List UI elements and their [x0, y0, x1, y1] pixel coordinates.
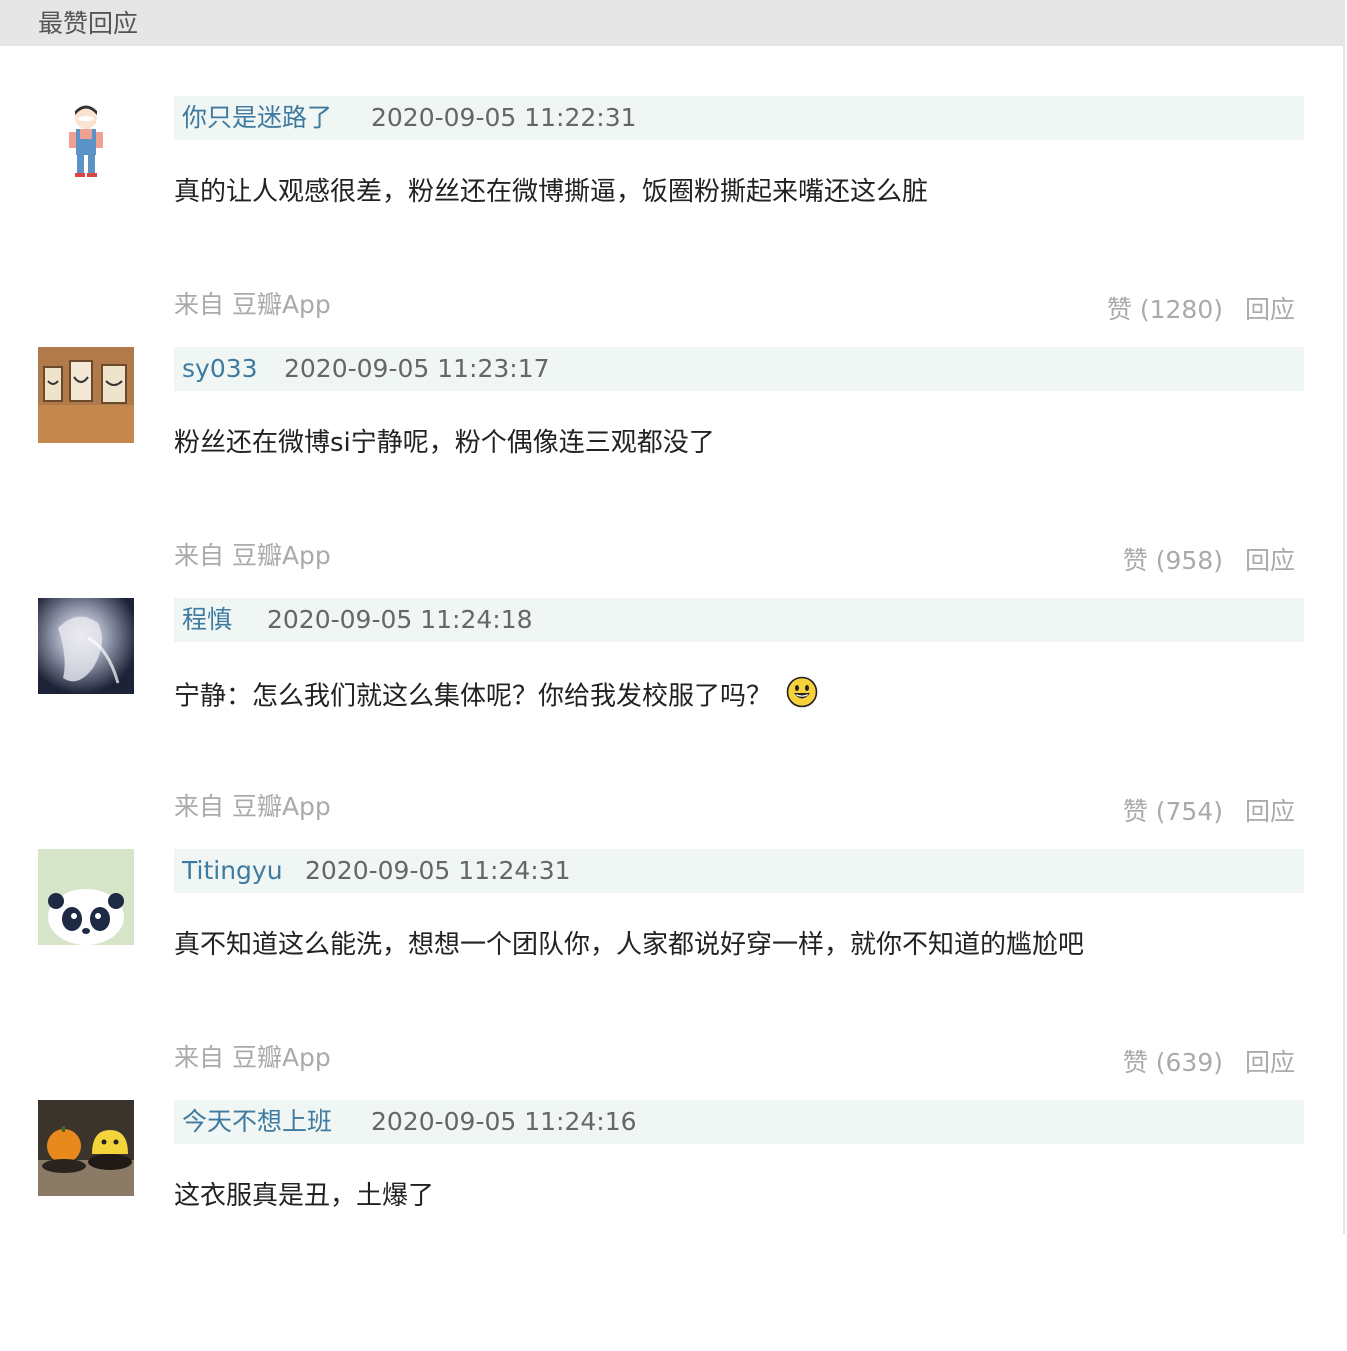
avatar[interactable] — [38, 347, 134, 443]
reply-button[interactable]: 回应 — [1245, 796, 1295, 828]
source-label: 来自 豆瓣App — [174, 792, 331, 821]
comment-meta: 今天不想上班 2020-09-05 11:24:16 — [174, 1100, 1304, 1144]
source-label: 来自 豆瓣App — [174, 290, 331, 319]
avatar[interactable] — [38, 849, 134, 945]
section-title: 最赞回应 — [38, 9, 139, 38]
comment-meta: 你只是迷路了 2020-09-05 11:22:31 — [174, 96, 1304, 140]
comment-text-body: 宁静：怎么我们就这么集体呢？你给我发校服了吗？ — [174, 681, 773, 712]
username-link[interactable]: 今天不想上班 — [182, 1100, 332, 1144]
timestamp: 2020-09-05 11:24:31 — [305, 856, 571, 885]
username-link[interactable]: Titingyu — [182, 849, 283, 893]
like-button[interactable]: 赞 (1280) — [1107, 294, 1223, 326]
reply-button[interactable]: 回应 — [1245, 545, 1295, 577]
comment-item: 你只是迷路了 2020-09-05 11:22:31 真的让人观感很差，粉丝还在… — [0, 96, 1345, 347]
comment-meta: sy033 2020-09-05 11:23:17 — [174, 347, 1304, 391]
like-button[interactable]: 赞 (958) — [1123, 545, 1223, 577]
comment-item: 今天不想上班 2020-09-05 11:24:16 这衣服真是丑，土爆了 — [0, 1100, 1345, 1351]
timestamp: 2020-09-05 11:24:16 — [371, 1107, 637, 1136]
comment-item: Titingyu 2020-09-05 11:24:31 真不知道这么能洗，想想… — [0, 849, 1345, 1100]
username-link[interactable]: 程慎 — [182, 598, 232, 642]
like-button[interactable]: 赞 (754) — [1123, 796, 1223, 828]
source-label: 来自 豆瓣App — [174, 1043, 331, 1072]
timestamp: 2020-09-05 11:22:31 — [371, 103, 637, 132]
comment-text: 这衣服真是丑，土爆了 — [174, 1181, 435, 1211]
comment-text: 宁静：怎么我们就这么集体呢？你给我发校服了吗？ — [174, 676, 818, 718]
section-header: 最赞回应 — [0, 0, 1345, 46]
source-label: 来自 豆瓣App — [174, 541, 331, 570]
reply-button[interactable]: 回应 — [1245, 1047, 1295, 1079]
comment-meta: Titingyu 2020-09-05 11:24:31 — [174, 849, 1304, 893]
username-link[interactable]: sy033 — [182, 347, 258, 391]
timestamp: 2020-09-05 11:24:18 — [267, 605, 533, 634]
comment-item: 程慎 2020-09-05 11:24:18 宁静：怎么我们就这么集体呢？你给我… — [0, 598, 1345, 849]
comment-meta: 程慎 2020-09-05 11:24:18 — [174, 598, 1304, 642]
comment-text: 粉丝还在微博si宁静呢，粉个偶像连三观都没了 — [174, 428, 715, 458]
reply-button[interactable]: 回应 — [1245, 294, 1295, 326]
avatar[interactable] — [38, 598, 134, 694]
grinning-face-icon — [786, 676, 818, 718]
comment-item: sy033 2020-09-05 11:23:17 粉丝还在微博si宁静呢，粉个… — [0, 347, 1345, 598]
avatar[interactable] — [38, 96, 134, 192]
avatar[interactable] — [38, 1100, 134, 1196]
comment-text: 真的让人观感很差，粉丝还在微博撕逼，饭圈粉撕起来嘴还这么脏 — [174, 177, 929, 207]
username-link[interactable]: 你只是迷路了 — [182, 96, 332, 140]
comment-text: 真不知道这么能洗，想想一个团队你，人家都说好穿一样，就你不知道的尴尬吧 — [174, 930, 1085, 960]
timestamp: 2020-09-05 11:23:17 — [284, 354, 550, 383]
like-button[interactable]: 赞 (639) — [1123, 1047, 1223, 1079]
